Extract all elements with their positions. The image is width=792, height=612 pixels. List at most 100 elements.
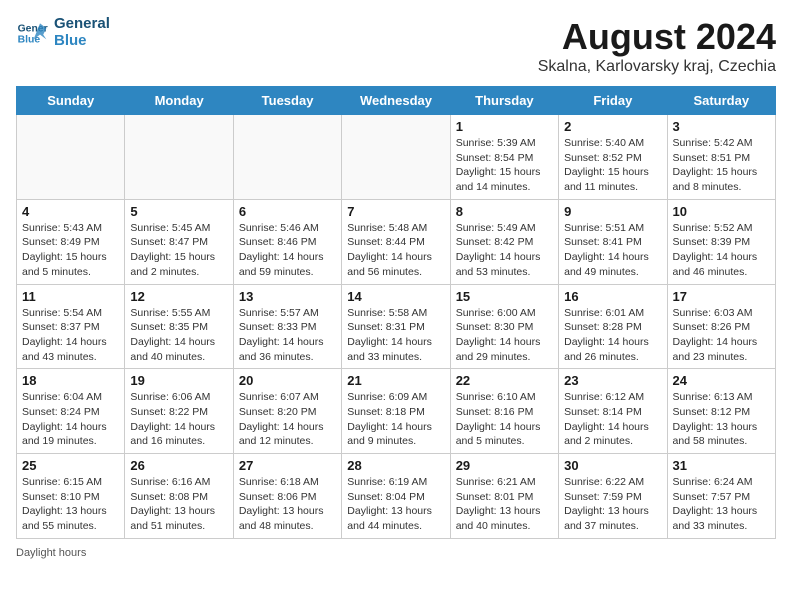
calendar-cell: 6 Sunrise: 5:46 AM Sunset: 8:46 PM Daylig…: [233, 199, 341, 284]
calendar-header-row: SundayMondayTuesdayWednesdayThursdayFrid…: [17, 87, 776, 115]
calendar-cell: 28 Sunrise: 6:19 AM Sunset: 8:04 PM Dayli…: [342, 454, 450, 539]
day-number: 14: [347, 289, 444, 304]
calendar-week-5: 25Sunrise: 6:15 AM Sunset: 8:10 PM Dayli…: [17, 454, 776, 539]
calendar-cell: 12Sunrise: 5:55 AM Sunset: 8:35 PM Dayli…: [125, 284, 233, 369]
calendar-subtitle: Skalna, Karlovarsky kraj, Czechia: [538, 58, 776, 76]
logo-line2: Blue: [54, 33, 110, 50]
day-header-wednesday: Wednesday: [342, 87, 450, 115]
day-number: 26: [130, 458, 227, 473]
logo-icon: General Blue: [16, 17, 48, 49]
day-info: Sunrise: 5:49 AM Sunset: 8:42 PM Dayligh…: [456, 221, 553, 280]
day-number: 31: [673, 458, 770, 473]
calendar-cell: 4Sunrise: 5:43 AM Sunset: 8:49 PM Daylig…: [17, 199, 125, 284]
header: General Blue General Blue August 2024 Sk…: [16, 16, 776, 76]
calendar-cell: 1 Sunrise: 5:39 AM Sunset: 8:54 PM Daylig…: [450, 115, 558, 200]
calendar-cell: [233, 115, 341, 200]
calendar-cell: 10 Sunrise: 5:52 AM Sunset: 8:39 PM Dayli…: [667, 199, 775, 284]
day-info: Sunrise: 5:39 AM Sunset: 8:54 PM Dayligh…: [456, 136, 553, 195]
day-number: 10: [673, 204, 770, 219]
day-number: 6: [239, 204, 336, 219]
day-info: Sunrise: 5:45 AM Sunset: 8:47 PM Dayligh…: [130, 221, 227, 280]
day-info: Sunrise: 6:22 AM Sunset: 7:59 PM Dayligh…: [564, 475, 661, 534]
calendar-cell: 24Sunrise: 6:13 AM Sunset: 8:12 PM Dayli…: [667, 369, 775, 454]
calendar-cell: 21 Sunrise: 6:09 AM Sunset: 8:18 PM Dayli…: [342, 369, 450, 454]
day-number: 13: [239, 289, 336, 304]
day-number: 11: [22, 289, 119, 304]
calendar-cell: 27 Sunrise: 6:18 AM Sunset: 8:06 PM Dayli…: [233, 454, 341, 539]
day-number: 1: [456, 119, 553, 134]
day-number: 27: [239, 458, 336, 473]
day-info: Sunrise: 6:21 AM Sunset: 8:01 PM Dayligh…: [456, 475, 553, 534]
calendar-table: SundayMondayTuesdayWednesdayThursdayFrid…: [16, 86, 776, 539]
calendar-cell: 23 Sunrise: 6:12 AM Sunset: 8:14 PM Dayli…: [559, 369, 667, 454]
day-header-thursday: Thursday: [450, 87, 558, 115]
day-number: 20: [239, 373, 336, 388]
calendar-week-1: 1 Sunrise: 5:39 AM Sunset: 8:54 PM Daylig…: [17, 115, 776, 200]
calendar-cell: [17, 115, 125, 200]
calendar-cell: 15Sunrise: 6:00 AM Sunset: 8:30 PM Dayli…: [450, 284, 558, 369]
day-info: Sunrise: 6:16 AM Sunset: 8:08 PM Dayligh…: [130, 475, 227, 534]
logo-line1: General: [54, 16, 110, 33]
calendar-cell: 16 Sunrise: 6:01 AM Sunset: 8:28 PM Dayli…: [559, 284, 667, 369]
calendar-cell: 17 Sunrise: 6:03 AM Sunset: 8:26 PM Dayli…: [667, 284, 775, 369]
calendar-cell: 30Sunrise: 6:22 AM Sunset: 7:59 PM Dayli…: [559, 454, 667, 539]
day-number: 21: [347, 373, 444, 388]
day-info: Sunrise: 5:52 AM Sunset: 8:39 PM Dayligh…: [673, 221, 770, 280]
calendar-cell: 19 Sunrise: 6:06 AM Sunset: 8:22 PM Dayli…: [125, 369, 233, 454]
day-number: 28: [347, 458, 444, 473]
day-number: 9: [564, 204, 661, 219]
day-info: Sunrise: 6:06 AM Sunset: 8:22 PM Dayligh…: [130, 390, 227, 449]
calendar-cell: 14 Sunrise: 5:58 AM Sunset: 8:31 PM Dayli…: [342, 284, 450, 369]
day-number: 24: [673, 373, 770, 388]
day-info: Sunrise: 6:10 AM Sunset: 8:16 PM Dayligh…: [456, 390, 553, 449]
calendar-cell: 3 Sunrise: 5:42 AM Sunset: 8:51 PM Daylig…: [667, 115, 775, 200]
calendar-cell: 26 Sunrise: 6:16 AM Sunset: 8:08 PM Dayli…: [125, 454, 233, 539]
calendar-title: August 2024: [538, 16, 776, 58]
day-number: 15: [456, 289, 553, 304]
day-number: 4: [22, 204, 119, 219]
day-info: Sunrise: 5:58 AM Sunset: 8:31 PM Dayligh…: [347, 306, 444, 365]
day-number: 17: [673, 289, 770, 304]
day-number: 23: [564, 373, 661, 388]
calendar-cell: 13Sunrise: 5:57 AM Sunset: 8:33 PM Dayli…: [233, 284, 341, 369]
day-number: 3: [673, 119, 770, 134]
calendar-cell: 8 Sunrise: 5:49 AM Sunset: 8:42 PM Daylig…: [450, 199, 558, 284]
calendar-cell: 9Sunrise: 5:51 AM Sunset: 8:41 PM Daylig…: [559, 199, 667, 284]
legend: Daylight hours: [16, 547, 776, 559]
day-info: Sunrise: 6:15 AM Sunset: 8:10 PM Dayligh…: [22, 475, 119, 534]
day-info: Sunrise: 5:42 AM Sunset: 8:51 PM Dayligh…: [673, 136, 770, 195]
calendar-cell: 20Sunrise: 6:07 AM Sunset: 8:20 PM Dayli…: [233, 369, 341, 454]
day-header-tuesday: Tuesday: [233, 87, 341, 115]
day-number: 2: [564, 119, 661, 134]
calendar-week-4: 18Sunrise: 6:04 AM Sunset: 8:24 PM Dayli…: [17, 369, 776, 454]
day-number: 8: [456, 204, 553, 219]
day-header-monday: Monday: [125, 87, 233, 115]
day-number: 19: [130, 373, 227, 388]
calendar-cell: 5Sunrise: 5:45 AM Sunset: 8:47 PM Daylig…: [125, 199, 233, 284]
day-info: Sunrise: 6:12 AM Sunset: 8:14 PM Dayligh…: [564, 390, 661, 449]
calendar-cell: 18Sunrise: 6:04 AM Sunset: 8:24 PM Dayli…: [17, 369, 125, 454]
day-number: 18: [22, 373, 119, 388]
calendar-cell: 29 Sunrise: 6:21 AM Sunset: 8:01 PM Dayli…: [450, 454, 558, 539]
calendar-cell: 2 Sunrise: 5:40 AM Sunset: 8:52 PM Daylig…: [559, 115, 667, 200]
day-info: Sunrise: 6:03 AM Sunset: 8:26 PM Dayligh…: [673, 306, 770, 365]
day-number: 12: [130, 289, 227, 304]
calendar-cell: 22 Sunrise: 6:10 AM Sunset: 8:16 PM Dayli…: [450, 369, 558, 454]
logo: General Blue General Blue: [16, 16, 110, 49]
calendar-cell: 31Sunrise: 6:24 AM Sunset: 7:57 PM Dayli…: [667, 454, 775, 539]
day-info: Sunrise: 6:01 AM Sunset: 8:28 PM Dayligh…: [564, 306, 661, 365]
calendar-cell: 11Sunrise: 5:54 AM Sunset: 8:37 PM Dayli…: [17, 284, 125, 369]
day-info: Sunrise: 5:40 AM Sunset: 8:52 PM Dayligh…: [564, 136, 661, 195]
day-info: Sunrise: 6:09 AM Sunset: 8:18 PM Dayligh…: [347, 390, 444, 449]
day-number: 29: [456, 458, 553, 473]
day-header-saturday: Saturday: [667, 87, 775, 115]
calendar-cell: [125, 115, 233, 200]
day-info: Sunrise: 5:48 AM Sunset: 8:44 PM Dayligh…: [347, 221, 444, 280]
day-info: Sunrise: 6:18 AM Sunset: 8:06 PM Dayligh…: [239, 475, 336, 534]
day-number: 7: [347, 204, 444, 219]
day-header-friday: Friday: [559, 87, 667, 115]
day-info: Sunrise: 6:19 AM Sunset: 8:04 PM Dayligh…: [347, 475, 444, 534]
day-number: 16: [564, 289, 661, 304]
day-info: Sunrise: 5:46 AM Sunset: 8:46 PM Dayligh…: [239, 221, 336, 280]
day-number: 22: [456, 373, 553, 388]
